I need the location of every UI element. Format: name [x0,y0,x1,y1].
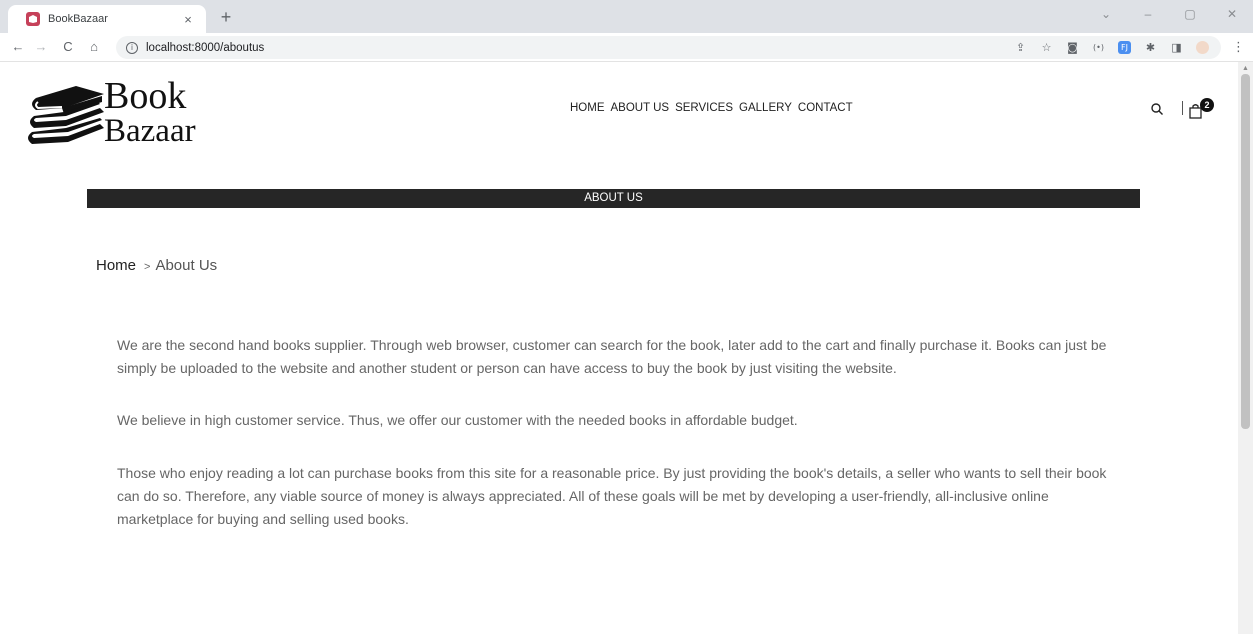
nav-contact[interactable]: CONTACT [798,102,853,114]
breadcrumb-separator: > [144,261,151,273]
window-controls: ⌄ – ▢ ✕ [1099,7,1239,21]
scrollbar-thumb[interactable] [1241,74,1250,429]
new-tab-button[interactable]: + [215,6,237,28]
scroll-up-icon[interactable]: ▲ [1242,65,1249,72]
cart-count-badge: 2 [1200,98,1214,112]
search-icon[interactable] [1150,102,1164,116]
star-icon[interactable]: ☆ [1040,41,1053,54]
breadcrumb-current: About Us [155,257,218,274]
logo-text-book: Book [104,74,187,117]
page-title-banner: ABOUT US [87,189,1140,208]
about-paragraph-2: We believe in high customer service. Thu… [117,412,798,428]
about-content: We are the second hand books supplier. T… [117,334,1117,560]
site-favicon-icon [26,12,40,26]
restore-button[interactable]: ▢ [1183,7,1197,21]
tab-title: BookBazaar [48,13,108,25]
forward-button[interactable]: → [33,39,49,55]
camera-icon[interactable]: ◙ [1066,41,1079,54]
breadcrumb-home-link[interactable]: Home [96,257,136,274]
browser-menu-icon[interactable]: ⋮ [1232,39,1245,55]
nav-home[interactable]: HOME [570,102,605,114]
close-window-button[interactable]: ✕ [1225,7,1239,21]
back-button[interactable]: ← [10,39,26,55]
share-icon[interactable]: ⇪ [1014,41,1027,54]
browser-tab[interactable]: BookBazaar × [8,5,206,33]
about-paragraph-1: We are the second hand books supplier. T… [117,337,1107,376]
browser-toolbar: ← → C ⌂ i localhost:8000/aboutus ⇪ ☆ ◙ (… [0,33,1253,62]
address-bar[interactable]: i localhost:8000/aboutus ⇪ ☆ ◙ (•) FJ ✱ … [116,36,1221,59]
radio-icon[interactable]: (•) [1092,41,1105,54]
minimize-button[interactable]: – [1141,7,1155,21]
browser-tab-strip: BookBazaar × + ⌄ – ▢ ✕ [0,0,1253,33]
sidepanel-icon[interactable]: ◨ [1170,41,1183,54]
logo-text-bazaar: Bazaar [104,112,196,149]
breadcrumb: Home > About Us [96,257,217,274]
url-text[interactable]: localhost:8000/aboutus [146,42,264,54]
nav-about-us[interactable]: ABOUT US [611,102,670,114]
cart-button[interactable]: 2 [1188,98,1216,120]
tab-close-icon[interactable]: × [180,12,196,27]
tab-search-chevron-icon[interactable]: ⌄ [1099,7,1113,21]
reload-button[interactable]: C [60,39,76,55]
puzzle-icon[interactable]: ✱ [1144,41,1157,54]
about-paragraph-3: Those who enjoy reading a lot can purcha… [117,465,1107,527]
page-scrollbar[interactable]: ▲ [1238,62,1253,634]
extension-blue-icon[interactable]: FJ [1118,41,1131,54]
site-info-icon[interactable]: i [126,41,138,54]
home-button[interactable]: ⌂ [86,39,102,55]
books-stack-icon [28,85,104,144]
site-logo[interactable]: Book Bazaar [26,74,196,153]
main-navigation: HOME ABOUT US SERVICES GALLERY CONTACT [570,102,853,114]
header-divider [1182,101,1183,115]
nav-gallery[interactable]: GALLERY [739,102,792,114]
nav-services[interactable]: SERVICES [675,102,733,114]
profile-avatar[interactable] [1196,41,1209,54]
extension-icons: ⇪ ☆ ◙ (•) FJ ✱ ◨ [1014,36,1221,59]
